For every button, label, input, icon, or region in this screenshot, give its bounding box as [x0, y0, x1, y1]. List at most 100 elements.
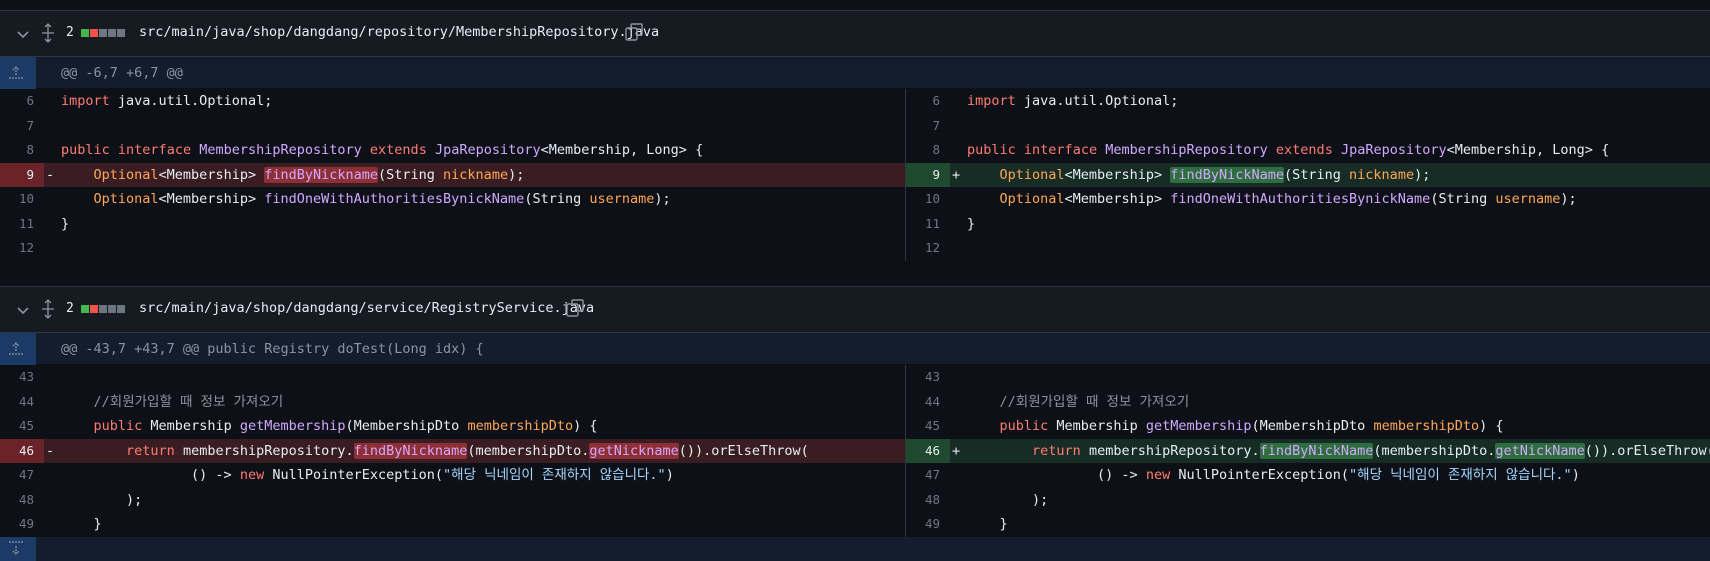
line-number[interactable]: 44: [906, 390, 950, 415]
changes-count: 2: [66, 25, 74, 40]
line-number[interactable]: 9: [0, 162, 44, 187]
expand-down-button[interactable]: [0, 537, 36, 561]
left-line: 49 }: [0, 512, 905, 537]
left-line: 44 //회원가입할 때 정보 가져오기: [0, 390, 905, 415]
line-number[interactable]: 12: [906, 236, 950, 261]
diffstat-add-block: [81, 305, 89, 313]
diffstat-del-block: [90, 29, 98, 37]
left-line: 11 }: [0, 212, 905, 237]
added-line: 9 + Optional<Membership> findByNickName(…: [905, 162, 1710, 187]
code-line: import java.util.Optional;: [61, 93, 273, 109]
table-row: 43 43: [0, 365, 1710, 390]
code-line: return membershipRepository.findByNickna…: [126, 442, 809, 459]
code-line: public Membership getMembership(Membersh…: [93, 418, 598, 434]
diffstat-neutral-block: [117, 29, 125, 37]
line-number[interactable]: 10: [906, 187, 950, 212]
right-line: 11 }: [905, 211, 1710, 237]
line-number[interactable]: 7: [906, 114, 950, 139]
line-number[interactable]: 9: [906, 162, 950, 187]
copy-icon[interactable]: [625, 23, 643, 41]
line-number[interactable]: 43: [906, 365, 950, 390]
hunk-header: @@ -6,7 +6,7 @@: [0, 57, 1710, 89]
line-number[interactable]: 47: [906, 463, 950, 488]
line-number[interactable]: 49: [906, 512, 950, 537]
line-number[interactable]: 11: [0, 212, 44, 237]
right-line: 7: [905, 113, 1710, 139]
line-number[interactable]: 11: [906, 212, 950, 237]
table-row: 7 7: [0, 113, 1710, 139]
expand-up-button[interactable]: [0, 57, 36, 89]
table-row: 45 public Membership getMembership(Membe…: [0, 414, 1710, 439]
table-row: 9 - Optional<Membership> findByNickname(…: [0, 162, 1710, 187]
code-line: //회원가입할 때 정보 가져오기: [999, 393, 1190, 410]
code-line: public interface MembershipRepository ex…: [967, 142, 1610, 158]
line-number[interactable]: 46: [0, 438, 44, 463]
table-row: 47 () -> new NullPointerException("해당 닉네…: [0, 463, 1710, 488]
expand-all-icon[interactable]: [40, 299, 56, 319]
left-line: 48 );: [0, 488, 905, 513]
line-number[interactable]: 48: [906, 488, 950, 513]
line-number[interactable]: 49: [0, 512, 44, 537]
chevron-down-icon[interactable]: [17, 304, 29, 316]
line-number[interactable]: 6: [906, 89, 950, 114]
expand-all-icon[interactable]: [40, 23, 56, 43]
diffstat-neutral-block: [99, 29, 107, 37]
left-line: 43: [0, 365, 905, 390]
line-number[interactable]: 48: [0, 488, 44, 513]
hunk-text: @@ -43,7 +43,7 @@ public Registry doTest…: [61, 341, 484, 357]
file-header: 2 src/main/java/shop/dangdang/service/Re…: [0, 286, 1710, 333]
table-row: 6 import java.util.Optional; 6 import ja…: [0, 89, 1710, 114]
diffstat-neutral-block: [117, 305, 125, 313]
deleted-line: 9 - Optional<Membership> findByNickname(…: [0, 162, 905, 187]
diffstat: [81, 29, 125, 37]
right-line: 10 Optional<Membership> findOneWithAutho…: [905, 187, 1710, 212]
line-number[interactable]: 7: [0, 114, 44, 139]
code-line: }: [61, 215, 70, 232]
right-line: 49 }: [905, 512, 1710, 537]
code-line: Optional<Membership> findOneWithAuthorit…: [93, 191, 671, 207]
line-number[interactable]: 44: [0, 390, 44, 415]
diff-rows: 43 43 44 //회원가입할 때 정보 가져오기 44 //회원가입할 때 …: [0, 365, 1710, 537]
left-line: 47 () -> new NullPointerException("해당 닉네…: [0, 463, 905, 488]
code-line: Optional<Membership> findByNickName(Stri…: [999, 166, 1431, 183]
changes-count: 2: [66, 301, 74, 316]
code-line: () -> new NullPointerException("해당 닉네임이 …: [1097, 467, 1580, 483]
right-line: 6 import java.util.Optional;: [905, 89, 1710, 114]
left-line: 10 Optional<Membership> findOneWithAutho…: [0, 187, 905, 212]
right-line: 12: [905, 236, 1710, 261]
code-line: Optional<Membership> findOneWithAuthorit…: [999, 191, 1577, 207]
expand-up-button[interactable]: [0, 333, 36, 365]
chevron-down-icon[interactable]: [17, 28, 29, 40]
table-row: 10 Optional<Membership> findOneWithAutho…: [0, 187, 1710, 212]
line-number[interactable]: 6: [0, 89, 44, 114]
file-path[interactable]: src/main/java/shop/dangdang/repository/M…: [139, 24, 659, 40]
left-line: 12: [0, 236, 905, 261]
line-number[interactable]: 10: [0, 187, 44, 212]
line-number[interactable]: 46: [906, 438, 950, 463]
line-number[interactable]: 8: [0, 138, 44, 163]
file-diff-membership-repository: 2 src/main/java/shop/dangdang/repository…: [0, 10, 1710, 261]
expand-up-icon: [9, 342, 23, 355]
code-line: }: [999, 516, 1008, 532]
line-number[interactable]: 47: [0, 463, 44, 488]
line-number[interactable]: 43: [0, 365, 44, 390]
right-line: 43: [905, 365, 1710, 390]
expand-down-icon: [9, 541, 23, 555]
code-line: Optional<Membership> findByNickname(Stri…: [93, 166, 525, 183]
table-row: 11 } 11 }: [0, 211, 1710, 237]
diffstat-add-block: [81, 29, 89, 37]
line-number[interactable]: 45: [0, 414, 44, 439]
code-line: return membershipRepository.findByNickNa…: [1032, 442, 1710, 459]
copy-icon[interactable]: [566, 299, 584, 317]
line-number[interactable]: 45: [906, 414, 950, 439]
del-marker: -: [46, 442, 55, 459]
code-line: //회원가입할 때 정보 가져오기: [93, 393, 284, 410]
code-line: public interface MembershipRepository ex…: [61, 142, 704, 158]
file-path[interactable]: src/main/java/shop/dangdang/service/Regi…: [139, 300, 594, 316]
right-line: 47 () -> new NullPointerException("해당 닉네…: [905, 463, 1710, 488]
added-line: 46 + return membershipRepository.findByN…: [905, 438, 1710, 463]
line-number[interactable]: 12: [0, 236, 44, 261]
table-row: 48 ); 48 );: [0, 487, 1710, 513]
line-number[interactable]: 8: [906, 138, 950, 163]
diffstat-neutral-block: [99, 305, 107, 313]
